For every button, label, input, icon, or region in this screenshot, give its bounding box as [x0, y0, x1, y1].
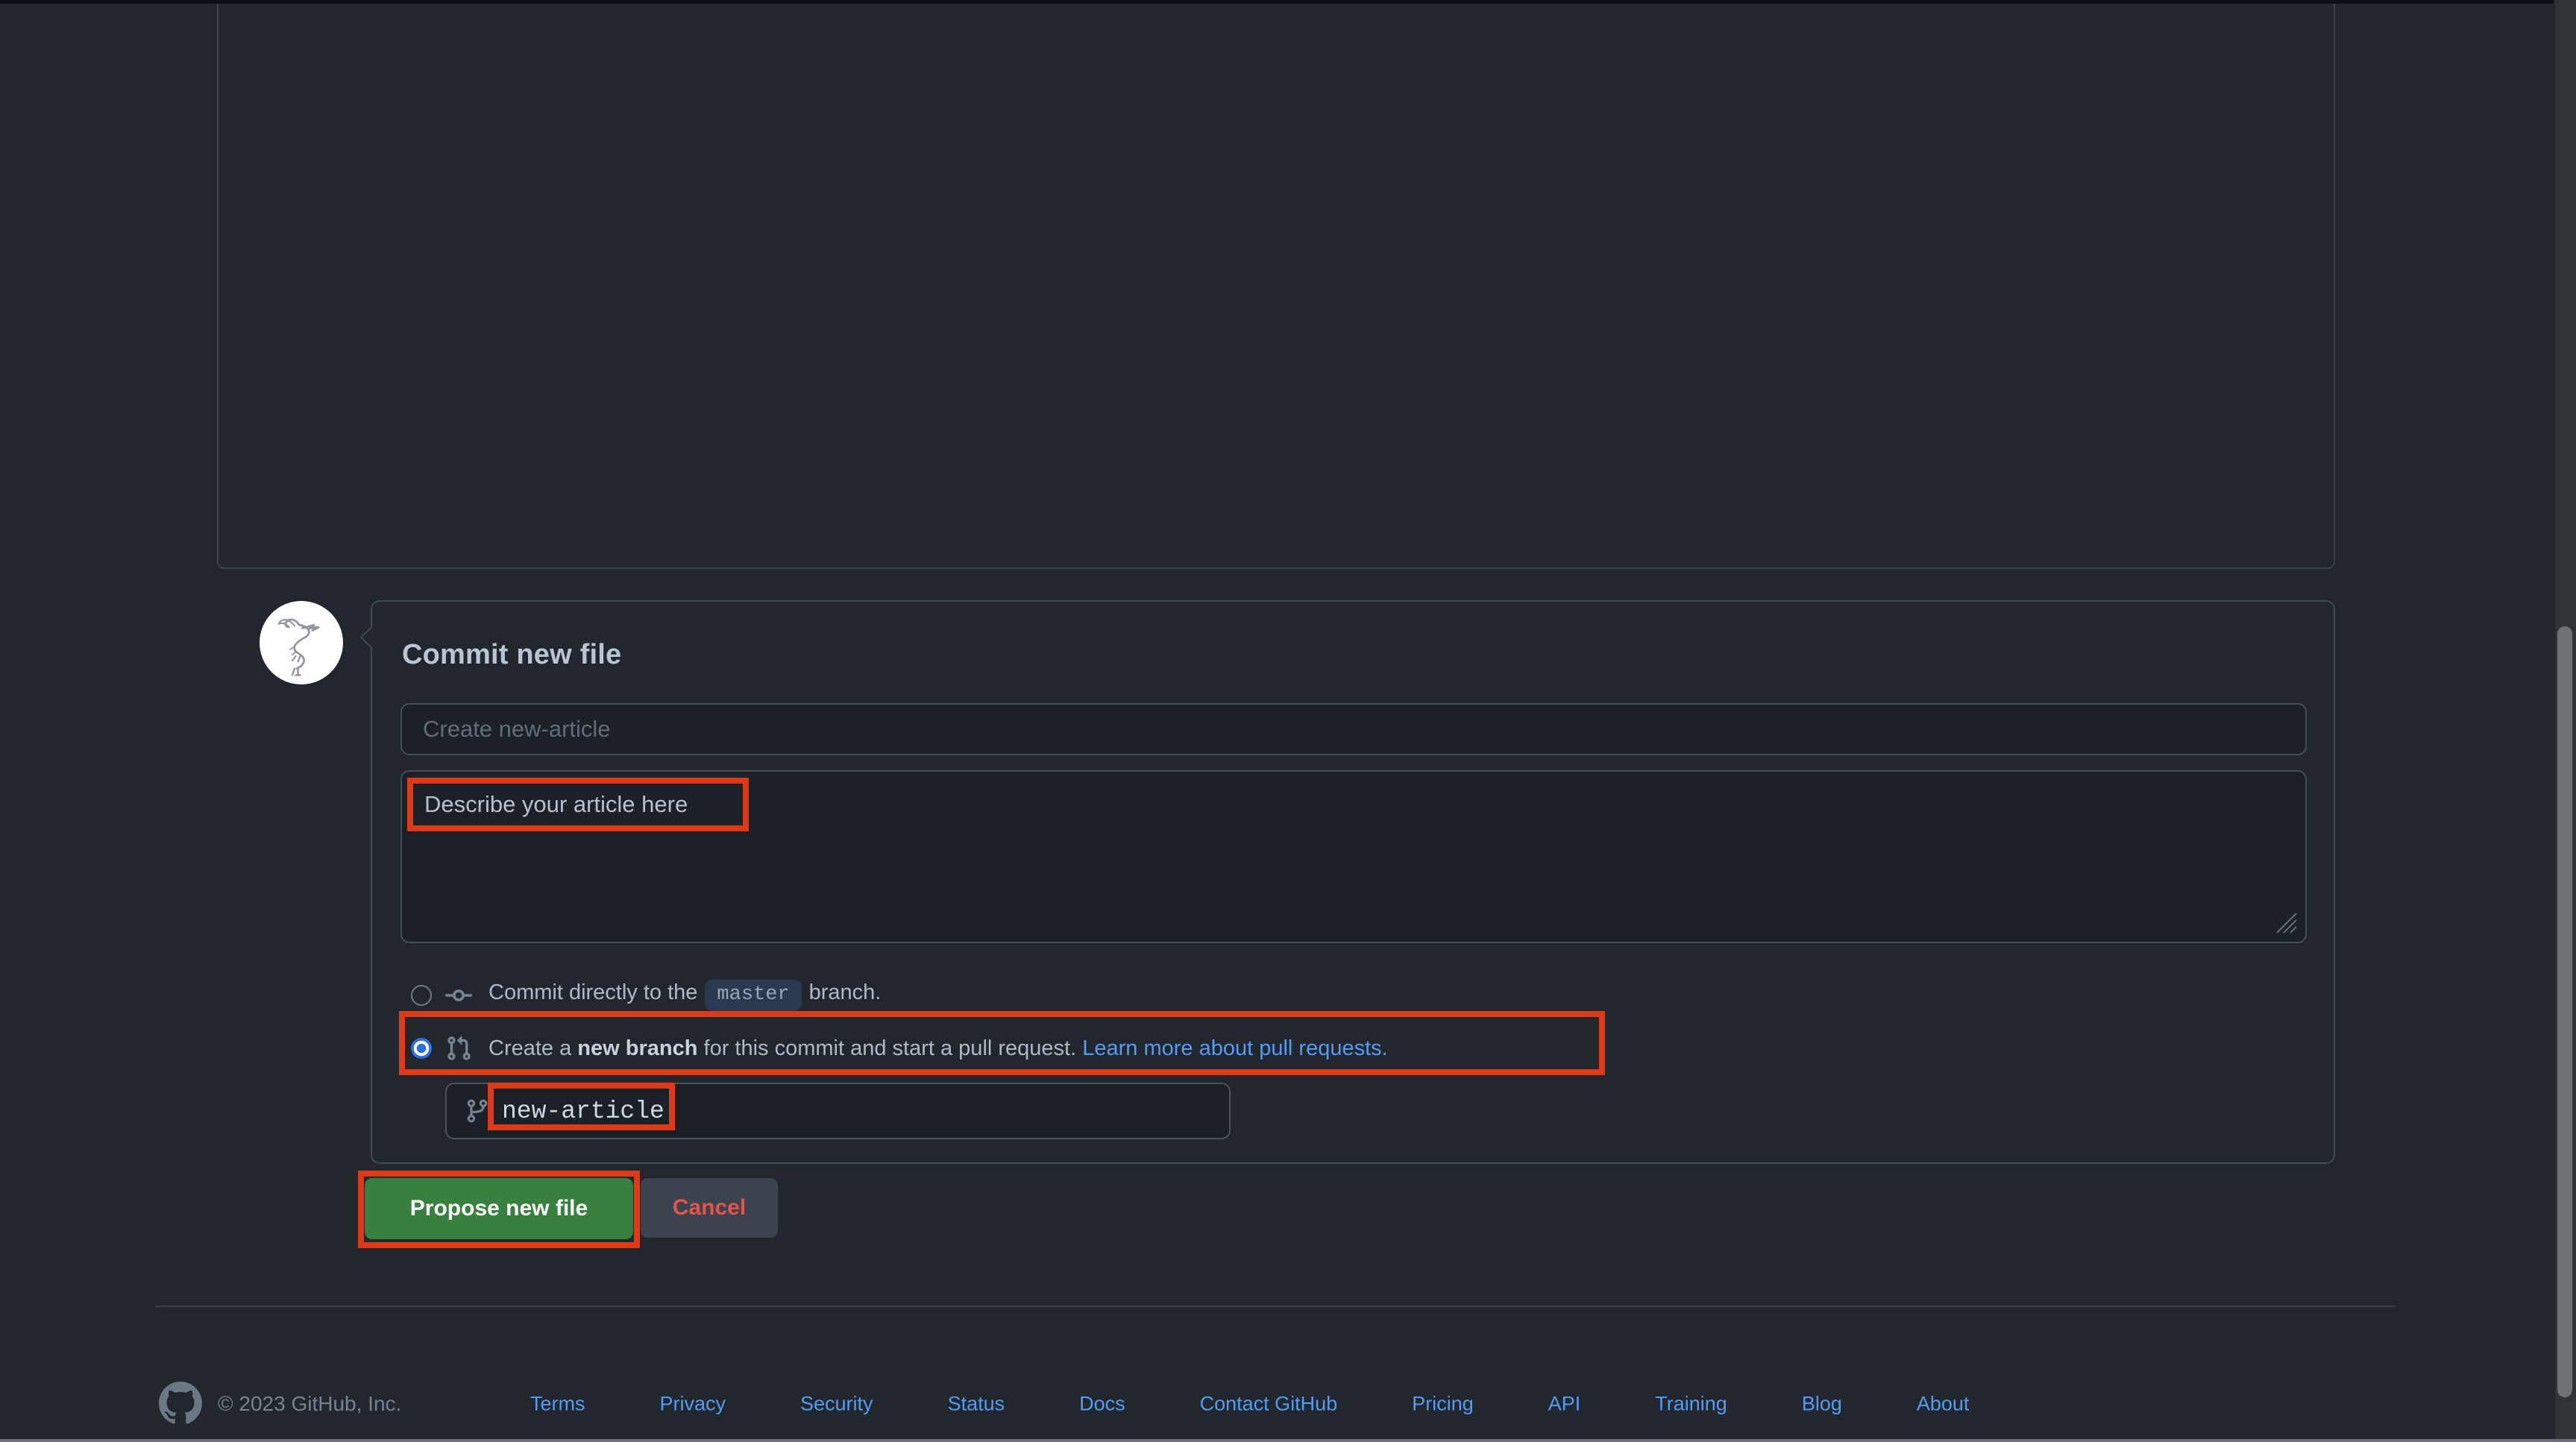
footer-link-security[interactable]: Security: [800, 1393, 873, 1415]
user-avatar: [260, 601, 343, 684]
footer-link-api[interactable]: API: [1548, 1393, 1581, 1415]
cancel-button[interactable]: Cancel: [641, 1178, 778, 1238]
propose-new-file-button[interactable]: Propose new file: [365, 1178, 633, 1239]
footer-link-blog[interactable]: Blog: [1802, 1393, 1842, 1415]
git-pull-request-icon: [445, 1035, 472, 1062]
radio-commit-direct[interactable]: [411, 985, 432, 1006]
label-text: Create a: [489, 1036, 577, 1060]
learn-more-link[interactable]: Learn more about pull requests.: [1082, 1036, 1387, 1060]
footer-links: Terms Privacy Security Status Docs Conta…: [530, 1393, 1969, 1416]
radio-create-branch[interactable]: [411, 1038, 432, 1059]
footer-link-pricing[interactable]: Pricing: [1412, 1393, 1474, 1415]
radio-commit-direct-label: Commit directly to the master branch.: [489, 980, 881, 1011]
footer-link-privacy[interactable]: Privacy: [660, 1393, 726, 1415]
footer: © 2023 GitHub, Inc. Terms Privacy Securi…: [156, 1380, 2396, 1428]
branch-name-field: [445, 1083, 1231, 1139]
label-text-bold: new branch: [577, 1036, 697, 1060]
commit-form-panel: Commit new file Describe your article he…: [371, 600, 2335, 1164]
radio-row-create-branch: Create a new branch for this commit and …: [411, 1035, 1388, 1062]
footer-link-contact[interactable]: Contact GitHub: [1200, 1393, 1338, 1415]
copyright-text: © 2023 GitHub, Inc.: [218, 1392, 401, 1416]
footer-link-about[interactable]: About: [1917, 1393, 1970, 1415]
radio-row-commit-direct: Commit directly to the master branch.: [411, 982, 881, 1009]
branch-name-input[interactable]: [502, 1098, 1211, 1125]
git-branch-icon: [465, 1098, 490, 1124]
footer-link-training[interactable]: Training: [1655, 1393, 1727, 1415]
commit-summary-input[interactable]: [400, 703, 2307, 755]
radio-create-branch-label: Create a new branch for this commit and …: [489, 1036, 1388, 1061]
footer-link-docs[interactable]: Docs: [1079, 1393, 1125, 1415]
window-bottom-edge: [0, 1439, 2576, 1442]
speech-caret: [360, 627, 381, 648]
dragon-sketch-icon: [266, 607, 337, 679]
textarea-resize-handle[interactable]: [2269, 906, 2299, 936]
footer-divider: [156, 1306, 2396, 1307]
footer-link-status[interactable]: Status: [948, 1393, 1005, 1415]
github-logo-icon[interactable]: [159, 1382, 202, 1425]
scrollbar-track: [2554, 0, 2576, 1442]
scrollbar-thumb[interactable]: [2557, 626, 2572, 1397]
label-text: branch.: [809, 980, 882, 1004]
file-editor-area[interactable]: [217, 4, 2335, 569]
branch-name-badge: master: [705, 980, 801, 1011]
commit-description-textarea[interactable]: Describe your article here: [400, 770, 2307, 943]
github-commit-new-file-page: Commit new file Describe your article he…: [0, 0, 2576, 1442]
commit-form-title: Commit new file: [402, 639, 621, 671]
footer-link-terms[interactable]: Terms: [530, 1393, 585, 1415]
label-text: Commit directly to the: [489, 980, 697, 1004]
git-commit-icon: [445, 982, 472, 1009]
label-text: for this commit and start a pull request…: [697, 1036, 1082, 1060]
